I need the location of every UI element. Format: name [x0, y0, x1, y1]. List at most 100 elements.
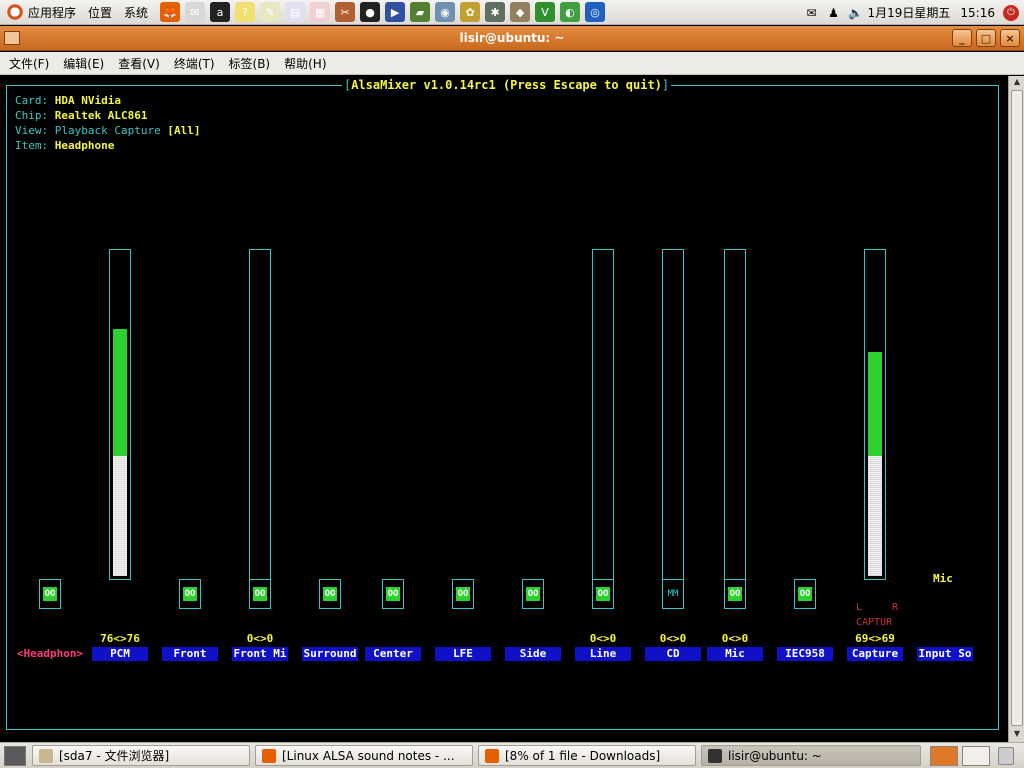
- trash-icon[interactable]: [998, 746, 1014, 765]
- vim-icon[interactable]: V: [535, 2, 556, 22]
- scrollbar-thumb[interactable]: [1011, 90, 1023, 726]
- notification-icon[interactable]: ✉: [804, 5, 820, 21]
- level-fill-low: [868, 456, 882, 576]
- volume-bar-cd[interactable]: [662, 249, 684, 580]
- mute-state: MM: [667, 589, 679, 599]
- volume-bar-mic[interactable]: [724, 249, 746, 580]
- settings-icon[interactable]: ✱: [485, 2, 506, 22]
- menu-system[interactable]: 系统: [124, 4, 148, 21]
- volume-bar-capture[interactable]: [864, 249, 886, 580]
- disk-icon[interactable]: ◉: [435, 2, 456, 22]
- taskbar-item[interactable]: lisir@ubuntu: ~: [701, 745, 921, 766]
- scroll-down-icon[interactable]: ▼: [1011, 729, 1023, 741]
- presentation-icon[interactable]: ▦: [310, 2, 331, 22]
- menu-view[interactable]: 查看(V): [118, 55, 160, 72]
- globe-icon[interactable]: ◎: [585, 2, 606, 22]
- taskbar-item[interactable]: [sda7 - 文件浏览器]: [32, 745, 250, 766]
- menu-applications[interactable]: 应用程序: [28, 4, 76, 21]
- view-playback[interactable]: Playback: [55, 124, 108, 137]
- taskbar-item[interactable]: [8% of 1 file - Downloads]: [478, 745, 696, 766]
- volume-bar-pcm[interactable]: [109, 249, 131, 580]
- mute-toggle-side[interactable]: OO: [522, 579, 544, 609]
- volume-icon[interactable]: 🔈: [848, 5, 864, 21]
- amarok-icon[interactable]: a: [210, 2, 231, 22]
- mute-toggle-lfe[interactable]: OO: [452, 579, 474, 609]
- mute-toggle-headphon[interactable]: OO: [39, 579, 61, 609]
- package-icon[interactable]: ◆: [510, 2, 531, 22]
- item-info: Item: Headphone: [15, 139, 115, 152]
- channel-label-capture[interactable]: Capture: [847, 647, 903, 661]
- mute-toggle-front-mi[interactable]: OO: [249, 579, 271, 609]
- capture-lr: L R: [856, 602, 898, 613]
- taskbar-item[interactable]: [Linux ALSA sound notes - ...: [255, 745, 473, 766]
- channel-label-pcm[interactable]: PCM: [92, 647, 148, 661]
- mute-state: OO: [728, 587, 742, 601]
- mute-toggle-cd[interactable]: MM: [662, 579, 684, 609]
- workspace-2[interactable]: [962, 745, 990, 766]
- menu-file[interactable]: 文件(F): [9, 55, 49, 72]
- channel-label-surround[interactable]: Surround: [302, 647, 358, 661]
- level-fill-high: [113, 329, 127, 456]
- window-menu-icon[interactable]: [4, 31, 20, 45]
- channel-label-mic[interactable]: Mic: [707, 647, 763, 661]
- network-icon[interactable]: ◐: [560, 2, 581, 22]
- close-button[interactable]: ×: [1000, 29, 1020, 47]
- capture-left: L: [856, 602, 863, 613]
- mute-toggle-surround[interactable]: OO: [319, 579, 341, 609]
- menu-places[interactable]: 位置: [88, 4, 112, 21]
- channel-label-iec958[interactable]: IEC958: [777, 647, 833, 661]
- mail-icon[interactable]: ✉: [185, 2, 206, 22]
- power-icon[interactable]: ⏻: [1003, 4, 1019, 21]
- mute-toggle-mic[interactable]: OO: [724, 579, 746, 609]
- dictionary-icon[interactable]: ▰: [410, 2, 431, 22]
- folder-icon: [39, 748, 53, 763]
- menu-tabs[interactable]: 标签(B): [229, 55, 271, 72]
- mute-toggle-iec958[interactable]: OO: [794, 579, 816, 609]
- capture-right: R: [891, 602, 898, 613]
- firefox-icon: [262, 748, 276, 763]
- channel-label-front[interactable]: Front: [162, 647, 218, 661]
- channel-label-headphon[interactable]: <Headphon>: [15, 647, 85, 661]
- menu-edit[interactable]: 编辑(E): [63, 55, 104, 72]
- scroll-up-icon[interactable]: ▲: [1011, 77, 1023, 89]
- maximize-button[interactable]: □: [976, 29, 996, 47]
- view-all[interactable]: [All]: [167, 124, 200, 137]
- channel-label-cd[interactable]: CD: [645, 647, 701, 661]
- channel-label-side[interactable]: Side: [505, 647, 561, 661]
- channel-label-line[interactable]: Line: [575, 647, 631, 661]
- card-info: Card: HDA NVidia: [15, 94, 121, 107]
- terminal-scrollbar[interactable]: ▲ ▼: [1008, 76, 1024, 742]
- gimp-icon[interactable]: ✿: [460, 2, 481, 22]
- volume-bar-front-mi[interactable]: [249, 249, 271, 580]
- channel-label-input-so[interactable]: Input So: [917, 647, 973, 661]
- qq-icon[interactable]: ●: [360, 2, 381, 22]
- mute-toggle-line[interactable]: OO: [592, 579, 614, 609]
- help-icon[interactable]: ?: [235, 2, 256, 22]
- tools-icon[interactable]: ✂: [335, 2, 356, 22]
- channel-label-front-mi[interactable]: Front Mi: [232, 647, 288, 661]
- view-capture[interactable]: Capture: [114, 124, 160, 137]
- date-label[interactable]: 1月19日星期五: [868, 4, 951, 21]
- view-info: View: Playback Capture [All]: [15, 124, 201, 137]
- volume-bar-line[interactable]: [592, 249, 614, 580]
- input-source-value[interactable]: Mic: [933, 572, 953, 585]
- user-icon[interactable]: ♟: [826, 5, 842, 21]
- channel-label-lfe[interactable]: LFE: [435, 647, 491, 661]
- workspace-1[interactable]: [930, 745, 958, 766]
- menu-help[interactable]: 帮助(H): [284, 55, 326, 72]
- clock-label[interactable]: 15:16: [960, 6, 995, 20]
- channel-label-center[interactable]: Center: [365, 647, 421, 661]
- window-titlebar[interactable]: lisir@ubuntu: ~ _ □ ×: [0, 26, 1024, 51]
- text-editor-icon[interactable]: ✎: [260, 2, 281, 22]
- minimize-button[interactable]: _: [952, 29, 972, 47]
- mute-toggle-center[interactable]: OO: [382, 579, 404, 609]
- menu-terminal[interactable]: 终端(T): [174, 55, 215, 72]
- mute-toggle-front[interactable]: OO: [179, 579, 201, 609]
- show-desktop-button[interactable]: [4, 745, 26, 766]
- firefox-icon[interactable]: 🦊: [160, 2, 181, 22]
- mplayer-icon[interactable]: ▶: [385, 2, 406, 22]
- document-icon[interactable]: ▤: [285, 2, 306, 22]
- terminal-area[interactable]: [AlsaMixer v1.0.14rc1 (Press Escape to q…: [0, 76, 1008, 742]
- ubuntu-logo-icon[interactable]: [6, 3, 24, 21]
- terminal-icon: [708, 748, 722, 763]
